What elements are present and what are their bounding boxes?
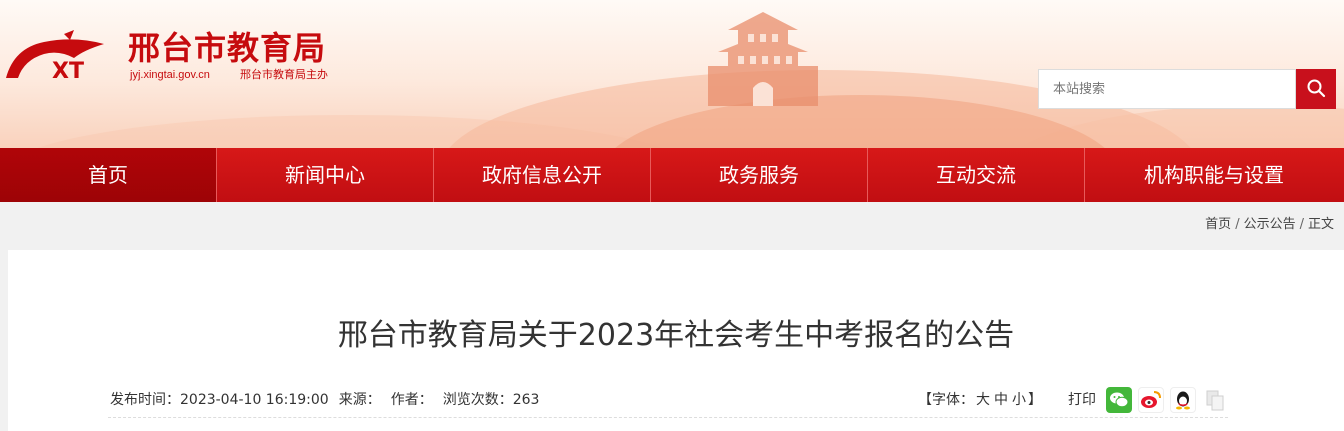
copy-icon[interactable] bbox=[1202, 387, 1228, 413]
site-header: XT 邢台市教育局 jyj.xingtai.gov.cn 邢台市教育局主办 bbox=[0, 0, 1344, 148]
font-large-button[interactable]: 大 bbox=[976, 392, 990, 408]
font-size-suffix: 】 bbox=[1028, 392, 1042, 408]
breadcrumb-notices[interactable]: 公示公告 bbox=[1244, 217, 1296, 232]
weibo-icon[interactable] bbox=[1138, 387, 1164, 413]
meta-divider bbox=[108, 417, 1228, 418]
article-meta: 发布时间：2023-04-10 16:19:00 来源： 作者： 浏览次数：263 bbox=[110, 391, 549, 409]
site-host: 邢台市教育局主办 bbox=[240, 68, 328, 81]
article-author: 作者： bbox=[390, 392, 433, 408]
view-count: 浏览次数：263 bbox=[442, 392, 540, 408]
site-logo[interactable]: XT bbox=[4, 28, 108, 84]
breadcrumb-current: 正文 bbox=[1307, 217, 1334, 232]
breadcrumb-home[interactable]: 首页 bbox=[1205, 217, 1231, 232]
nav-item-gov-info[interactable]: 政府信息公开 bbox=[434, 148, 651, 202]
font-size-prefix: 【字体： bbox=[918, 392, 974, 408]
nav-item-organization[interactable]: 机构职能与设置 bbox=[1085, 148, 1343, 202]
share-bar bbox=[1106, 387, 1228, 413]
site-name[interactable]: 邢台市教育局 bbox=[128, 30, 326, 66]
font-size-control: 【字体：大中小】 bbox=[918, 391, 1042, 409]
print-button[interactable]: 打印 bbox=[1068, 391, 1096, 409]
nav-item-home[interactable]: 首页 bbox=[0, 148, 217, 202]
breadcrumb: 首页 / 公示公告 / 正文 bbox=[1205, 216, 1334, 234]
wechat-icon[interactable] bbox=[1106, 387, 1132, 413]
publish-time: 发布时间：2023-04-10 16:19:00 bbox=[110, 392, 329, 408]
breadcrumb-separator: / bbox=[1235, 217, 1240, 232]
nav-item-news[interactable]: 新闻中心 bbox=[217, 148, 434, 202]
article-source: 来源： bbox=[338, 392, 381, 408]
qq-icon[interactable] bbox=[1170, 387, 1196, 413]
font-small-button[interactable]: 小 bbox=[1012, 392, 1026, 408]
article-container: 邢台市教育局关于2023年社会考生中考报名的公告 发布时间：2023-04-10… bbox=[8, 250, 1344, 431]
search-input[interactable] bbox=[1038, 69, 1296, 109]
search-button[interactable] bbox=[1296, 69, 1336, 109]
tower-illustration bbox=[688, 0, 838, 110]
main-nav: 首页 新闻中心 政府信息公开 政务服务 互动交流 机构职能与设置 bbox=[0, 148, 1344, 202]
site-domain: jyj.xingtai.gov.cn bbox=[130, 69, 210, 81]
article-title: 邢台市教育局关于2023年社会考生中考报名的公告 bbox=[337, 318, 1015, 353]
nav-item-interaction[interactable]: 互动交流 bbox=[868, 148, 1085, 202]
nav-item-services[interactable]: 政务服务 bbox=[651, 148, 868, 202]
search-icon bbox=[1306, 78, 1326, 101]
logo-letters: XT bbox=[52, 59, 84, 84]
font-medium-button[interactable]: 中 bbox=[994, 392, 1008, 408]
breadcrumb-separator: / bbox=[1299, 217, 1304, 232]
